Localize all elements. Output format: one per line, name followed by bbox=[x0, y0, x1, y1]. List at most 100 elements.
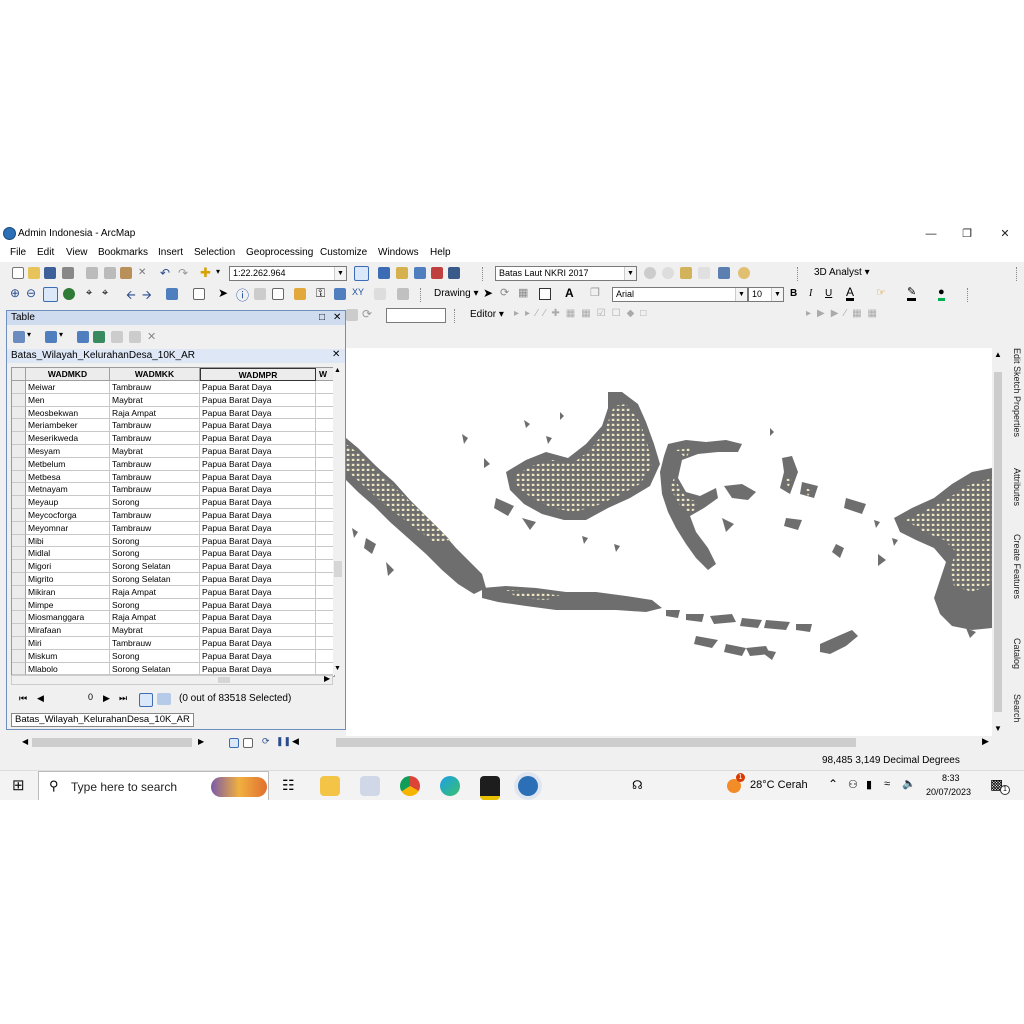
table-cell[interactable]: Tambrauw bbox=[110, 483, 200, 497]
table-cell[interactable]: Mimpe bbox=[26, 598, 110, 612]
row-selector[interactable] bbox=[12, 624, 26, 637]
menu-edit[interactable]: Edit bbox=[37, 247, 54, 258]
table-row[interactable]: Migori Sorong Selatan Papua Barat Daya bbox=[12, 560, 334, 573]
table-row[interactable]: Miri Tambrauw Papua Barat Daya bbox=[12, 637, 334, 650]
table-cell[interactable]: Tambrauw bbox=[110, 521, 200, 535]
table-cell[interactable]: Raja Ampat bbox=[110, 406, 200, 420]
table-row[interactable]: Metbelum Tambrauw Papua Barat Daya bbox=[12, 457, 334, 471]
pause-drawing-icon[interactable]: ❚❚ bbox=[276, 736, 291, 747]
layer-properties-icon[interactable] bbox=[718, 267, 730, 279]
print-icon[interactable] bbox=[62, 267, 74, 279]
table-cell[interactable]: Miosmanggara bbox=[26, 611, 110, 625]
people-icon[interactable]: ☊ bbox=[632, 778, 643, 792]
table-row[interactable]: Mimpe Sorong Papua Barat Daya bbox=[12, 598, 334, 612]
table-cell[interactable]: Papua Barat Daya bbox=[200, 611, 316, 625]
italic-button[interactable]: I bbox=[809, 288, 812, 299]
fixed-zoom-in-icon[interactable]: ⌖ bbox=[86, 287, 92, 300]
row-selector[interactable] bbox=[12, 509, 26, 522]
row-selector[interactable] bbox=[12, 457, 26, 471]
table-cell[interactable]: Mibi bbox=[26, 534, 110, 548]
table-row[interactable]: Meosbekwan Raja Ampat Papua Barat Daya bbox=[12, 406, 334, 420]
table-cell[interactable]: Papua Barat Daya bbox=[200, 393, 316, 407]
map-vertical-scrollbar[interactable]: ▲ ▼ bbox=[992, 348, 1004, 736]
restore-button[interactable]: ❐ bbox=[948, 224, 986, 244]
table-cell[interactable]: Tambrauw bbox=[110, 470, 200, 484]
toc-scrollbar-thumb[interactable] bbox=[32, 738, 192, 747]
previous-record-icon[interactable]: ◀ bbox=[37, 693, 44, 704]
row-selector[interactable] bbox=[12, 470, 26, 484]
table-cell[interactable]: Tambrauw bbox=[110, 432, 200, 445]
redo-icon[interactable]: ↷ bbox=[178, 266, 188, 280]
tab-catalog[interactable]: Catalog bbox=[1008, 638, 1022, 669]
table-row[interactable]: Metnayam Tambrauw Papua Barat Daya bbox=[12, 483, 334, 497]
task-view-icon[interactable]: ☷ bbox=[282, 777, 295, 794]
table-row[interactable]: Meserikweda Tambrauw Papua Barat Daya bbox=[12, 432, 334, 445]
table-of-contents-icon[interactable] bbox=[378, 267, 390, 279]
table-cell[interactable]: Sorong bbox=[110, 496, 200, 509]
first-record-icon[interactable]: ⏮ bbox=[19, 693, 27, 704]
table-row[interactable]: Metbesa Tambrauw Papua Barat Daya bbox=[12, 470, 334, 484]
map-display[interactable] bbox=[346, 348, 992, 736]
python-window-icon[interactable] bbox=[448, 267, 460, 279]
table-row[interactable]: Mesyam Maybrat Papua Barat Daya bbox=[12, 445, 334, 458]
time-slider-icon[interactable] bbox=[374, 288, 386, 300]
record-number-field[interactable]: 0 bbox=[49, 691, 97, 706]
editor-toolbar-icon[interactable] bbox=[354, 266, 369, 281]
select-elements-arrow-icon[interactable]: ➤ bbox=[483, 286, 493, 300]
maximize-icon[interactable]: □ bbox=[319, 312, 325, 323]
weather-text[interactable]: 28°C Cerah bbox=[750, 779, 808, 791]
zoom-in-icon[interactable]: ⊕ bbox=[10, 286, 20, 300]
menu-help[interactable]: Help bbox=[430, 247, 451, 258]
menu-selection[interactable]: Selection bbox=[194, 247, 235, 258]
refresh-view-icon[interactable]: ⟳ bbox=[262, 736, 270, 747]
pan-icon[interactable] bbox=[43, 287, 58, 302]
html-popup-icon[interactable] bbox=[272, 288, 284, 300]
back-extent-icon[interactable]: 🡨 bbox=[126, 286, 136, 307]
rectangle-icon[interactable] bbox=[539, 288, 551, 300]
file-explorer-icon[interactable] bbox=[320, 776, 340, 796]
full-extent-icon[interactable] bbox=[63, 288, 75, 300]
zoom-to-selected-icon[interactable] bbox=[129, 331, 141, 343]
refresh-icon[interactable]: ⟳ bbox=[362, 307, 372, 321]
table-title-bar[interactable]: Table □ ✕ bbox=[7, 311, 345, 325]
table-cell[interactable]: Metbesa bbox=[26, 470, 110, 484]
fixed-zoom-out-icon[interactable]: ⌖ bbox=[102, 287, 108, 300]
table-cell[interactable]: Mlabolo bbox=[26, 662, 110, 676]
forward-extent-icon[interactable]: 🡪 bbox=[142, 286, 152, 307]
chevron-down-icon[interactable]: ▾ bbox=[59, 330, 63, 339]
row-selector[interactable] bbox=[12, 573, 26, 586]
close-icon[interactable]: ✕ bbox=[333, 312, 341, 323]
editor-menu[interactable]: Editor ▾ bbox=[470, 309, 504, 320]
save-icon[interactable] bbox=[44, 267, 56, 279]
minimize-button[interactable]: — bbox=[912, 224, 950, 244]
clear-selection-icon[interactable] bbox=[193, 288, 205, 300]
table-cell[interactable]: Papua Barat Daya bbox=[200, 406, 316, 420]
bold-button[interactable]: B bbox=[790, 288, 797, 299]
table-cell[interactable]: Papua Barat Daya bbox=[200, 381, 316, 394]
table-cell[interactable]: Midlal bbox=[26, 547, 110, 561]
effects-icon[interactable] bbox=[680, 267, 692, 279]
menu-windows[interactable]: Windows bbox=[378, 247, 419, 258]
table-cell[interactable]: Papua Barat Daya bbox=[200, 547, 316, 561]
table-cell[interactable]: Maybrat bbox=[110, 393, 200, 407]
table-cell[interactable]: Tambrauw bbox=[110, 509, 200, 522]
table-cell[interactable]: Papua Barat Daya bbox=[200, 585, 316, 599]
table-options-icon[interactable] bbox=[13, 331, 25, 343]
go-to-xy-icon[interactable]: XY bbox=[352, 287, 364, 297]
row-selector[interactable] bbox=[12, 649, 26, 663]
flicker-icon[interactable] bbox=[662, 267, 674, 279]
edit-tools-icon[interactable]: ▸▸∕∕✚▦▦☑☐◆□ bbox=[514, 308, 652, 319]
windows-start-icon[interactable]: ⊞ bbox=[12, 776, 25, 794]
layout-view-icon[interactable] bbox=[243, 738, 253, 748]
table-cell[interactable]: Sorong bbox=[110, 598, 200, 612]
table-row[interactable]: Meycocforga Tambrauw Papua Barat Daya bbox=[12, 509, 334, 522]
row-selector[interactable] bbox=[12, 521, 26, 535]
table-cell[interactable]: Sorong bbox=[110, 547, 200, 561]
line-color-icon[interactable]: ✎ bbox=[907, 286, 917, 301]
next-record-icon[interactable]: ▶ bbox=[103, 693, 110, 704]
row-selector[interactable] bbox=[12, 445, 26, 458]
clock-date[interactable]: 20/07/2023 bbox=[926, 787, 971, 797]
menu-geoprocessing[interactable]: Geoprocessing bbox=[246, 247, 313, 258]
table-cell[interactable]: Papua Barat Daya bbox=[200, 598, 316, 612]
table-cell[interactable]: Meserikweda bbox=[26, 432, 110, 445]
